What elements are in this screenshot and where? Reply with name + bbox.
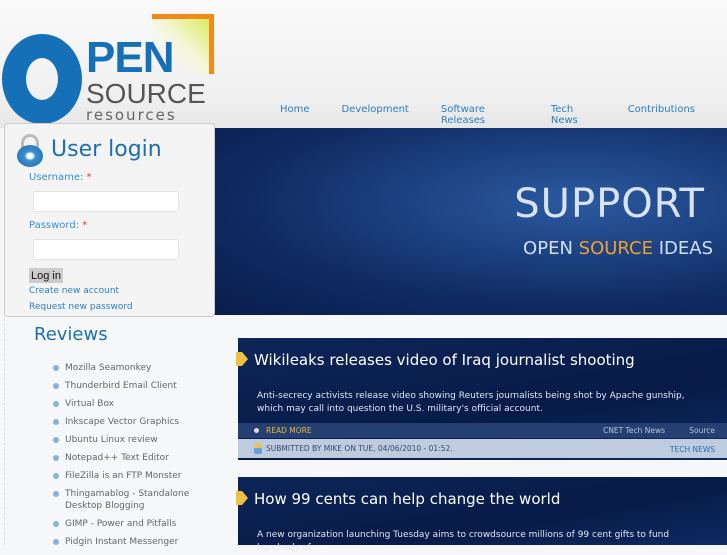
nav-home[interactable]: Home [280,104,310,126]
read-more-link[interactable]: READ MORE [266,426,312,435]
review-link[interactable]: Ubuntu Linux review [53,434,223,446]
banner-open: OPEN [523,238,573,259]
review-link[interactable]: Pidgin Instant Messenger [53,536,223,548]
logo-o-ring [2,34,82,124]
banner-source: SOURCE [578,238,653,259]
review-link[interactable]: GIMP - Power and Pitfalls [53,518,223,530]
required-marker: * [82,220,88,231]
article: How 99 cents can help change the world A… [236,477,727,553]
user-icon [254,443,262,454]
review-link[interactable]: Thunderbird Email Client [53,380,223,392]
username-label-text: Username: [29,172,84,183]
password-input[interactable] [33,239,179,260]
review-link[interactable]: Inkscape Vector Graphics [53,416,223,428]
review-link[interactable]: Mozilla Seamonkey [53,362,223,374]
reviews-title: Reviews [34,324,108,345]
banner-tagline: OPEN SOURCE IDEAS [523,239,713,259]
nav-tech-news[interactable]: Tech News [551,104,596,126]
login-title: User login [51,137,162,162]
source-link[interactable]: Source [689,426,715,435]
submitted-info: SUBMITTED BY MIKE ON TUE, 04/06/2010 - 0… [266,444,453,453]
logo-text-source: SOURCE [86,78,206,109]
article-title[interactable]: How 99 cents can help change the world [254,490,560,508]
article-links-bar: READ MORE CNET Tech News Source [238,423,727,438]
create-account-link[interactable]: Create new account [29,286,119,296]
reviews-block: Reviews Mozilla Seamonkey Thunderbird Em… [4,318,230,547]
arrow-icon [236,491,248,505]
site-logo[interactable]: PEN SOURCE resources [0,14,215,124]
review-link[interactable]: Thingamablog - Standalone Desktop Bloggi… [53,488,223,512]
logo-text-resources: resources [86,106,177,124]
review-link[interactable]: Notepad++ Text Editor [53,452,223,464]
article-body: Anti-secrecy activists release video sho… [257,391,685,414]
user-login-block: User login Username: * Password: * Log i… [4,123,215,317]
main-nav: Home Development Software Releases Tech … [280,104,727,126]
request-password-link[interactable]: Request new password [29,302,133,312]
nav-software-releases[interactable]: Software Releases [441,104,519,126]
article-title[interactable]: Wikileaks releases video of Iraq journal… [254,351,635,369]
lock-icon [17,134,43,167]
nav-contributions[interactable]: Contributions [628,104,695,126]
article-meta-bar: SUBMITTED BY MIKE ON TUE, 04/06/2010 - 0… [238,439,727,458]
login-button[interactable]: Log in [29,268,63,283]
article: Wikileaks releases video of Iraq journal… [236,338,727,460]
arrow-icon [236,352,248,366]
username-input[interactable] [33,191,179,212]
logo-text-pen: PEN [86,33,174,82]
article-body: A new organization launching Tuesday aim… [257,530,670,553]
password-label-text: Password: [29,220,80,231]
bullet-icon [254,428,259,433]
required-marker: * [86,172,92,183]
reviews-list: Mozilla Seamonkey Thunderbird Email Clie… [53,362,223,554]
source-name-link[interactable]: CNET Tech News [603,426,665,435]
banner-headline: SUPPORT [514,181,705,227]
password-label: Password: * [29,220,87,231]
hero-banner: SUPPORT OPEN SOURCE IDEAS [214,128,727,315]
banner-ideas: IDEAS [658,238,713,259]
category-link[interactable]: TECH NEWS [670,445,715,454]
header: PEN SOURCE resources Home Development So… [0,0,727,128]
review-link[interactable]: FileZilla is an FTP Monster [53,470,223,482]
username-label: Username: * [29,172,92,183]
review-link[interactable]: Virtual Box [53,398,223,410]
nav-development[interactable]: Development [342,104,409,126]
